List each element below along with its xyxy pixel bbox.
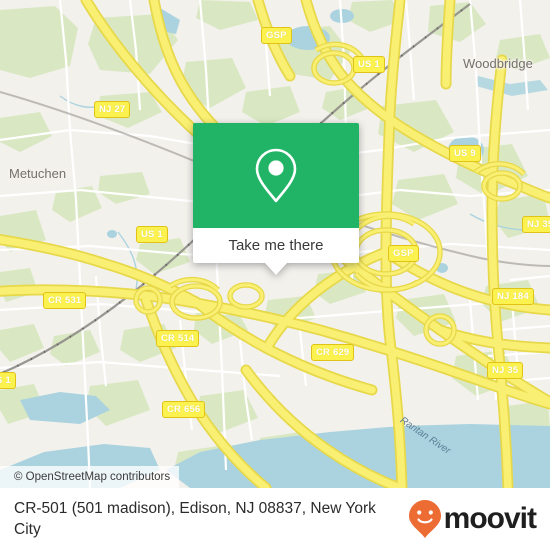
moovit-wordmark: moovit: [443, 502, 537, 535]
route-shield[interactable]: NJ 35: [522, 216, 550, 233]
map-canvas[interactable]: Woodbridge Metuchen Raritan River NJ 27 …: [0, 0, 550, 488]
place-label-woodbridge: Woodbridge: [463, 56, 533, 71]
map-pin-icon: [255, 148, 297, 202]
footer-bar: CR-501 (501 madison), Edison, NJ 08837, …: [0, 488, 550, 550]
moovit-smiley-pin-icon: [408, 500, 441, 538]
address-label: CR-501 (501 madison), Edison, NJ 08837, …: [14, 500, 376, 538]
moovit-logo[interactable]: moovit: [408, 499, 537, 539]
route-shield[interactable]: CR 656: [162, 401, 206, 418]
popup-header: [193, 123, 359, 228]
map-popup[interactable]: Take me there: [193, 123, 359, 275]
route-shield[interactable]: NJ 27: [94, 101, 131, 118]
place-label-metuchen: Metuchen: [9, 166, 67, 181]
route-shield[interactable]: CR 531: [43, 292, 87, 309]
osm-attribution[interactable]: © OpenStreetMap contributors: [0, 466, 180, 488]
route-shield[interactable]: GSP: [388, 245, 419, 262]
route-shield[interactable]: CR 629: [311, 344, 355, 361]
route-shield[interactable]: GSP: [261, 27, 292, 44]
route-shield[interactable]: US 9: [449, 145, 481, 162]
route-shield[interactable]: US 1: [353, 56, 385, 73]
route-shield[interactable]: US 1: [0, 372, 16, 389]
take-me-there-button[interactable]: Take me there: [193, 228, 359, 263]
route-shield[interactable]: NJ 35: [487, 362, 524, 379]
route-shield[interactable]: NJ 184: [492, 288, 534, 305]
popup-pointer: [265, 263, 287, 275]
route-shield[interactable]: US 1: [136, 226, 168, 243]
route-shield[interactable]: CR 514: [156, 330, 200, 347]
map-page: Woodbridge Metuchen Raritan River NJ 27 …: [0, 0, 550, 550]
